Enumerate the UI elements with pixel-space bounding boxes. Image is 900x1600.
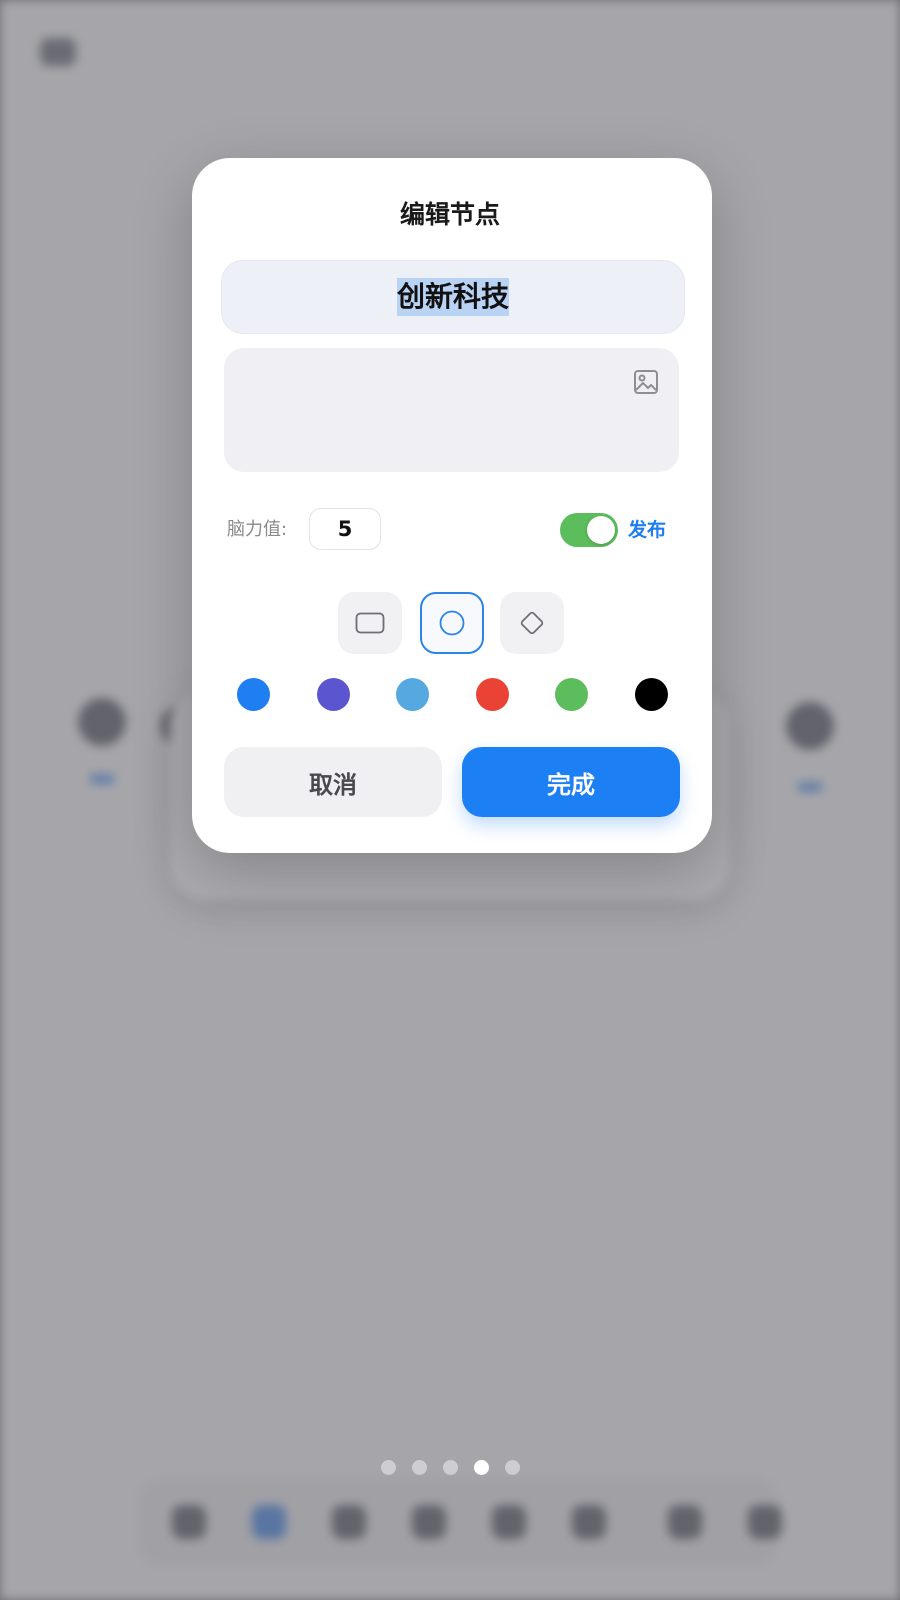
brain-value-input[interactable] bbox=[309, 508, 381, 550]
image-icon[interactable] bbox=[632, 368, 660, 396]
shape-rectangle-button[interactable] bbox=[338, 592, 402, 654]
cancel-button[interactable]: 取消 bbox=[224, 747, 442, 817]
page-dot[interactable] bbox=[473, 1460, 489, 1475]
page-indicator bbox=[0, 1460, 900, 1475]
color-swatch[interactable] bbox=[476, 678, 509, 711]
shape-diamond-button[interactable] bbox=[500, 592, 564, 654]
shape-circle-button[interactable] bbox=[420, 592, 484, 654]
dialog-title: 编辑节点 bbox=[399, 200, 500, 229]
diamond-icon bbox=[520, 611, 544, 635]
publish-label[interactable]: 发布 bbox=[628, 512, 666, 548]
color-swatch[interactable] bbox=[317, 678, 350, 711]
color-swatch[interactable] bbox=[635, 678, 668, 711]
page-dot[interactable] bbox=[380, 1460, 396, 1475]
page-dot[interactable] bbox=[442, 1460, 458, 1475]
rounded-rectangle-icon bbox=[355, 612, 385, 634]
brain-value-label: 脑力值: bbox=[227, 519, 288, 540]
done-button[interactable]: 完成 bbox=[462, 747, 680, 817]
color-swatch[interactable] bbox=[396, 678, 429, 711]
page-dot[interactable] bbox=[411, 1460, 427, 1475]
publish-toggle[interactable] bbox=[560, 513, 618, 547]
node-name-selected-text[interactable]: 创新科技 bbox=[396, 278, 509, 316]
toggle-knob bbox=[587, 516, 615, 544]
color-swatch[interactable] bbox=[555, 678, 588, 711]
circle-icon bbox=[439, 610, 465, 636]
image-upload-area[interactable] bbox=[224, 348, 679, 472]
node-name-field[interactable]: 创新科技 bbox=[221, 260, 685, 334]
color-swatch[interactable] bbox=[237, 678, 270, 711]
page-dot[interactable] bbox=[504, 1460, 520, 1475]
